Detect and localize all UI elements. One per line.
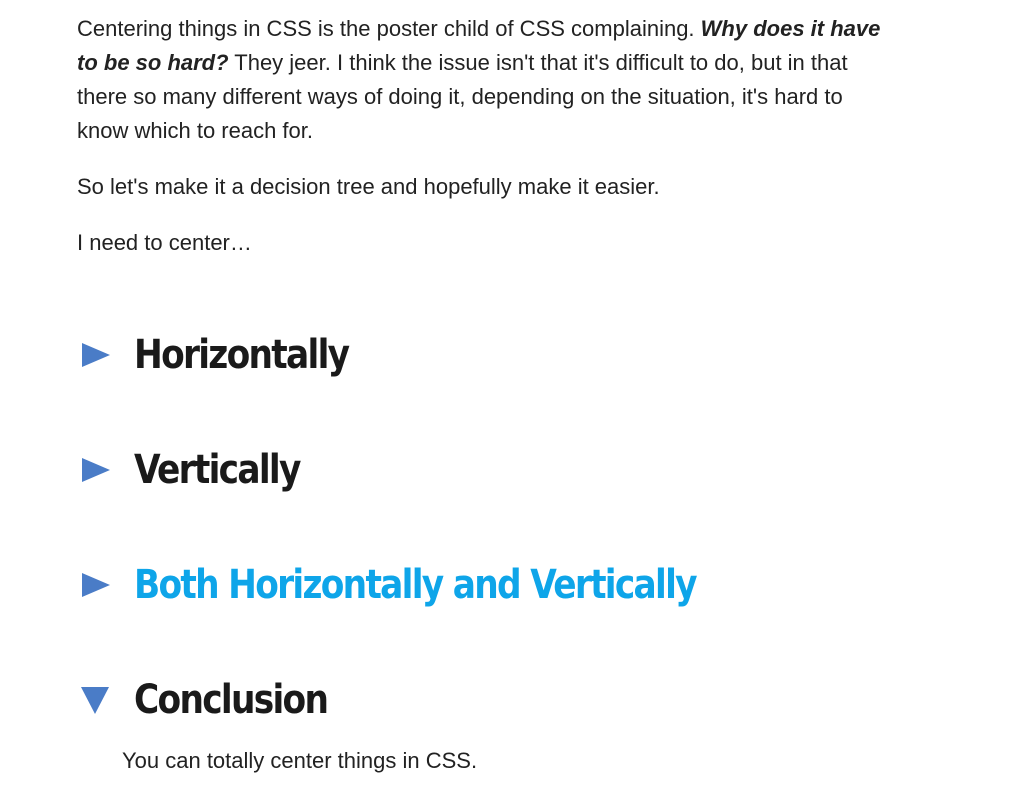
intro-paragraph: Centering things in CSS is the poster ch…	[77, 12, 897, 148]
summary-label-conclusion: Conclusion	[134, 677, 329, 723]
summary-label-horizontally: Horizontally	[134, 332, 350, 378]
summary-label-both: Both Horizontally and Vertically	[134, 562, 698, 608]
details-summary-conclusion[interactable]: Conclusion	[80, 676, 359, 724]
triangle-right-icon	[80, 457, 134, 483]
triangle-down-icon	[80, 685, 134, 715]
article-content: Centering things in CSS is the poster ch…	[77, 12, 897, 282]
prompt-paragraph: I need to center…	[77, 230, 252, 255]
conclusion-body-text: You can totally center things in CSS.	[122, 748, 478, 773]
decision-tree-paragraph: So let's make it a decision tree and hop…	[77, 174, 660, 199]
summary-label-vertically: Vertically	[134, 447, 301, 493]
triangle-right-icon	[80, 342, 134, 368]
intro-text-prefix: Centering things in CSS is the poster ch…	[77, 16, 701, 41]
details-summary-horizontally[interactable]: Horizontally	[80, 331, 383, 379]
details-summary-both[interactable]: Both Horizontally and Vertically	[80, 561, 787, 609]
triangle-right-icon	[80, 572, 134, 598]
details-summary-vertically[interactable]: Vertically	[80, 446, 327, 494]
